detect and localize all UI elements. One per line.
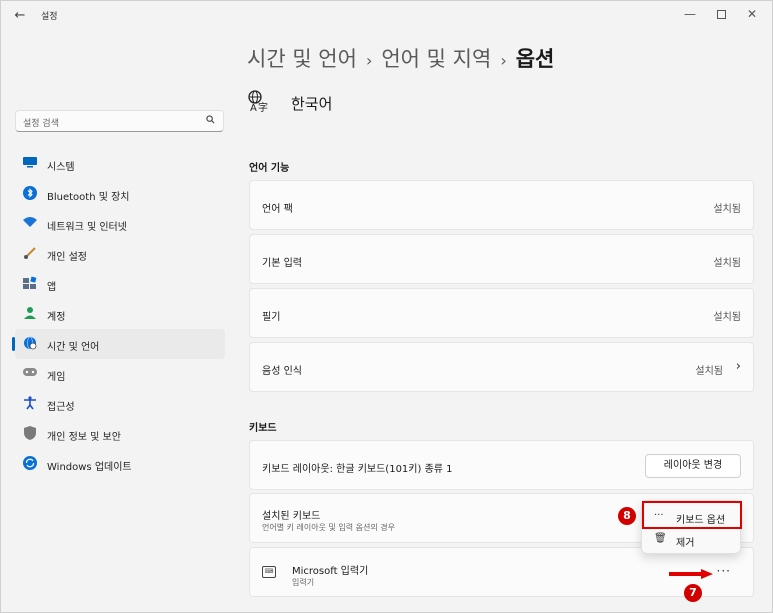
section-title-keyboard: 키보드 xyxy=(249,423,277,434)
feature-label: 음성 인식 xyxy=(262,366,302,377)
apps-icon xyxy=(22,276,38,292)
chevron-right-icon: › xyxy=(735,359,741,374)
breadcrumb-separator: › xyxy=(365,51,373,70)
feature-speech[interactable]: 음성 인식 설치됨 › xyxy=(249,342,754,392)
accessibility-icon xyxy=(22,396,38,412)
sidebar-item-label: 접근성 xyxy=(47,402,75,413)
installed-keyboards-subtitle: 언어별 키 레이아웃 및 입력 옵션의 경우 xyxy=(262,523,396,532)
close-button[interactable]: ✕ xyxy=(737,4,767,24)
settings-window: ← 설정 — ✕ 설정 검색 시스템 Bluetooth 및 장치 네트워크 및… xyxy=(0,0,773,613)
sidebar-nav: 시스템 Bluetooth 및 장치 네트워크 및 인터넷 개인 설정 앱 계정… xyxy=(12,149,225,479)
ime-subtitle: 입력기 xyxy=(292,578,315,587)
wifi-icon xyxy=(22,216,38,232)
feature-status: 설치됨 xyxy=(713,258,741,269)
annotation-badge-8: 8 xyxy=(618,507,636,525)
feature-label: 필기 xyxy=(262,312,281,323)
sidebar-item-privacy[interactable]: 개인 정보 및 보안 xyxy=(15,419,225,449)
update-icon xyxy=(22,456,38,472)
svg-text:A: A xyxy=(250,103,257,113)
sidebar-item-time-language[interactable]: 시간 및 언어 xyxy=(12,329,225,359)
keyboard-icon: ⌨ xyxy=(262,566,276,578)
account-icon xyxy=(22,306,38,322)
page-title: 옵션 xyxy=(515,47,555,71)
sidebar-item-label: 개인 정보 및 보안 xyxy=(47,432,121,443)
search-icon xyxy=(206,115,215,127)
breadcrumb-separator: › xyxy=(500,51,507,70)
sidebar-item-label: Windows 업데이트 xyxy=(47,462,132,473)
minimize-button[interactable]: — xyxy=(675,4,705,24)
sidebar-item-accounts[interactable]: 계정 xyxy=(15,299,225,329)
maximize-button[interactable] xyxy=(706,4,736,24)
section-title-features: 언어 기능 xyxy=(249,163,290,174)
sidebar-item-label: 앱 xyxy=(47,282,57,293)
maximize-icon xyxy=(716,10,726,19)
sidebar-item-label: Bluetooth 및 장치 xyxy=(47,192,130,203)
breadcrumb-language-region[interactable]: 언어 및 지역 xyxy=(381,47,491,71)
brush-icon xyxy=(22,246,38,262)
sidebar-item-network[interactable]: 네트워크 및 인터넷 xyxy=(15,209,225,239)
feature-label: 언어 팩 xyxy=(262,204,293,215)
shield-icon xyxy=(22,426,38,442)
sidebar-item-accessibility[interactable]: 접근성 xyxy=(15,389,225,419)
more-options-button[interactable]: ··· xyxy=(717,564,731,578)
window-title: 설정 xyxy=(41,12,58,22)
language-name: 한국어 xyxy=(291,95,333,113)
sidebar-item-gaming[interactable]: 게임 xyxy=(15,359,225,389)
menu-item-remove[interactable]: 🗑 제거 xyxy=(646,529,738,551)
highlight-box xyxy=(642,501,742,529)
sidebar-item-label: 계정 xyxy=(47,312,66,323)
menu-item-label: 제거 xyxy=(676,538,695,549)
back-button[interactable]: ← xyxy=(11,7,29,25)
svg-text:字: 字 xyxy=(258,101,268,113)
trash-icon: 🗑 xyxy=(654,533,667,544)
ime-title: Microsoft 입력기 xyxy=(292,566,369,577)
feature-basic-typing[interactable]: 기본 입력 설치됨 xyxy=(249,234,754,284)
annotation-badge-7: 7 xyxy=(684,584,702,602)
breadcrumb: 시간 및 언어 › 언어 및 지역 › 옵션 xyxy=(247,43,554,73)
feature-language-pack[interactable]: 언어 팩 설치됨 xyxy=(249,180,754,230)
sidebar-item-apps[interactable]: 앱 xyxy=(15,269,225,299)
language-icon: A字 xyxy=(247,89,271,114)
search-placeholder: 설정 검색 xyxy=(23,119,59,129)
feature-status: 설치됨 xyxy=(695,366,723,377)
installed-keyboards-title: 설치된 키보드 xyxy=(262,511,321,522)
sidebar-item-label: 시간 및 언어 xyxy=(47,342,100,353)
sidebar-item-personalization[interactable]: 개인 설정 xyxy=(15,239,225,269)
sidebar-item-system[interactable]: 시스템 xyxy=(15,149,225,179)
feature-status: 설치됨 xyxy=(713,204,741,215)
sidebar-item-label: 네트워크 및 인터넷 xyxy=(47,222,127,233)
breadcrumb-time-language[interactable]: 시간 및 언어 xyxy=(247,47,357,71)
gamepad-icon xyxy=(22,366,38,382)
bluetooth-icon xyxy=(22,186,38,202)
title-bar: ← 설정 — ✕ xyxy=(1,1,772,31)
sidebar-item-label: 게임 xyxy=(47,372,66,383)
sidebar-item-label: 시스템 xyxy=(47,162,75,173)
feature-status: 설치됨 xyxy=(713,312,741,323)
monitor-icon xyxy=(22,156,38,172)
keyboard-layout-label: 키보드 레이아웃: 한글 키보드(101키) 종류 1 xyxy=(262,464,453,475)
feature-handwriting[interactable]: 필기 설치됨 xyxy=(249,288,754,338)
change-layout-button[interactable]: 레이아웃 변경 xyxy=(645,454,741,478)
sidebar-item-bluetooth[interactable]: Bluetooth 및 장치 xyxy=(15,179,225,209)
sidebar-item-label: 개인 설정 xyxy=(47,252,87,263)
annotation-arrow-icon xyxy=(669,569,713,579)
globe-clock-icon xyxy=(22,336,38,352)
search-input[interactable]: 설정 검색 xyxy=(15,110,224,132)
keyboard-layout-card: 키보드 레이아웃: 한글 키보드(101키) 종류 1 레이아웃 변경 xyxy=(249,440,754,490)
feature-label: 기본 입력 xyxy=(262,258,302,269)
sidebar-item-windows-update[interactable]: Windows 업데이트 xyxy=(15,449,225,479)
